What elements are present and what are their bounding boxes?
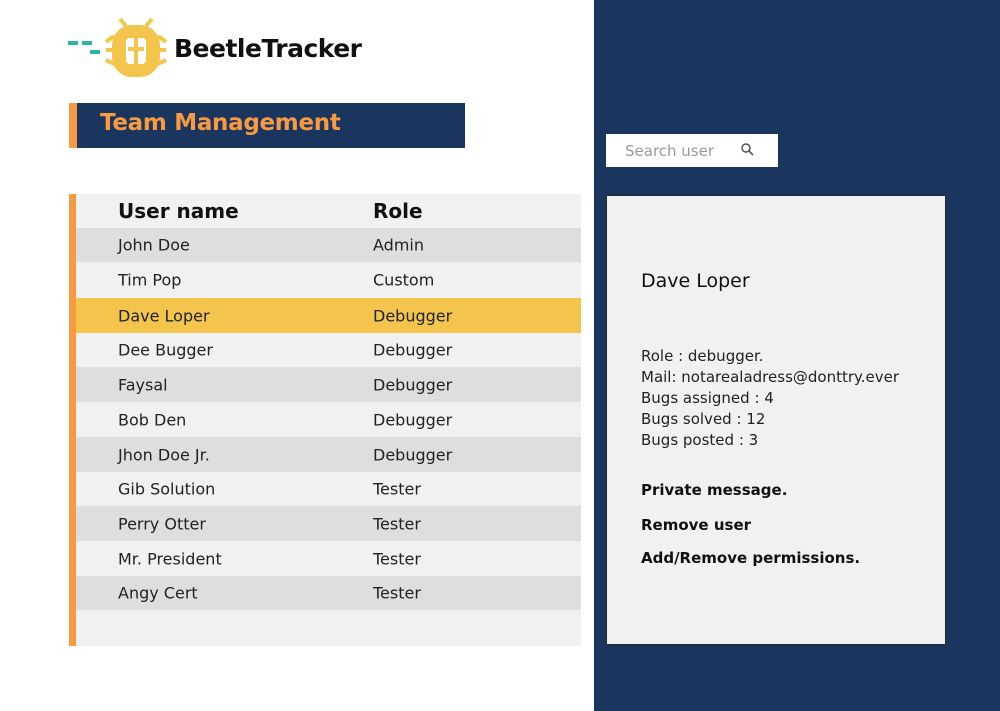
user-role-cell: Tester (373, 479, 421, 499)
table-row[interactable]: Perry Otter Tester (76, 506, 581, 541)
user-name-cell: Faysal (118, 375, 168, 394)
private-message-link[interactable]: Private message. (641, 481, 787, 499)
bugs-assigned-line: Bugs assigned : 4 (641, 389, 774, 407)
table-row[interactable]: Gib Solution Tester (76, 472, 581, 506)
user-role-cell: Admin (373, 235, 424, 255)
user-name-cell: Dave Loper (118, 306, 210, 325)
page-title: Team Management (100, 110, 341, 136)
app-name: BeetleTracker (174, 33, 362, 63)
search-icon[interactable] (740, 142, 756, 158)
user-name-cell: Mr. President (118, 549, 222, 568)
user-role-cell: Debugger (373, 410, 453, 429)
table-row[interactable]: John Doe Admin (76, 228, 581, 262)
user-role-cell: Tester (373, 549, 421, 568)
beetle-logo-icon (68, 17, 168, 77)
user-role-cell: Debugger (373, 340, 453, 360)
table-row[interactable]: Angy Cert Tester (76, 576, 581, 610)
table-row[interactable]: Jhon Doe Jr. Debugger (76, 437, 581, 472)
app-logo: BeetleTracker (68, 16, 362, 80)
user-role-cell: Debugger (373, 445, 453, 464)
search-input[interactable] (606, 134, 746, 167)
user-role-cell: Custom (373, 270, 435, 290)
user-role-cell: Tester (373, 583, 421, 603)
table-row[interactable]: Dee Bugger Debugger (76, 333, 581, 367)
selected-user-name: Dave Loper (641, 270, 750, 292)
page-title-banner: Team Management (69, 103, 465, 148)
table-row[interactable]: Bob Den Debugger (76, 402, 581, 437)
user-name-cell: John Doe (118, 235, 190, 255)
remove-user-link[interactable]: Remove user (641, 516, 751, 534)
table-row[interactable]: Mr. President Tester (76, 541, 581, 576)
user-mail-line: Mail: notarealadress@donttry.ever (641, 368, 900, 386)
bugs-posted-line: Bugs posted : 3 (641, 431, 759, 449)
user-detail-card: Dave Loper Role : debugger. Mail: notare… (606, 195, 946, 645)
column-header-user-name: User name (118, 199, 239, 223)
table-row-selected[interactable]: Dave Loper Debugger (76, 298, 581, 333)
table-row[interactable]: Faysal Debugger (76, 367, 581, 402)
user-name-cell: Bob Den (118, 410, 187, 429)
user-role-line: Role : debugger. (641, 347, 764, 365)
user-table: User name Role John Doe Admin Tim Pop Cu… (69, 194, 581, 646)
user-info: Role : debugger. Mail: notarealadress@do… (641, 346, 899, 451)
table-header: User name Role (76, 194, 581, 228)
user-name-cell: Jhon Doe Jr. (118, 445, 210, 464)
user-role-cell: Debugger (373, 375, 453, 394)
user-name-cell: Tim Pop (118, 270, 182, 290)
user-name-cell: Dee Bugger (118, 340, 213, 360)
permissions-link[interactable]: Add/Remove permissions. (641, 549, 860, 567)
user-name-cell: Angy Cert (118, 583, 198, 603)
user-role-cell: Tester (373, 514, 421, 533)
user-name-cell: Gib Solution (118, 479, 216, 499)
user-name-cell: Perry Otter (118, 514, 206, 533)
search-box (606, 134, 778, 167)
table-row[interactable]: Tim Pop Custom (76, 262, 581, 298)
bugs-solved-line: Bugs solved : 12 (641, 410, 766, 428)
user-role-cell: Debugger (373, 306, 453, 325)
column-header-role: Role (373, 199, 423, 223)
